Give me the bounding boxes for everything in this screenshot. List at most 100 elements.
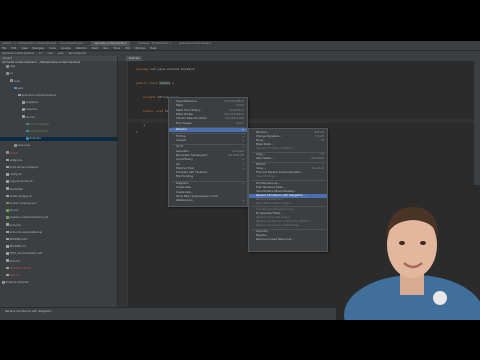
menu-item[interactable]: File Encoding: [169, 175, 247, 179]
tree-item-label: service: [25, 115, 35, 119]
menu-file[interactable]: File: [2, 47, 6, 50]
breadcrumb-item[interactable]: main: [48, 52, 54, 55]
menu-help[interactable]: Help: [150, 47, 156, 50]
tree-item[interactable]: Example: [0, 137, 118, 141]
menu-item[interactable]: Refactor ▸: [169, 128, 247, 132]
menu-item-label: Refactor: [176, 128, 187, 131]
tree-item[interactable]: resources: [0, 144, 118, 148]
folder-icon: [2, 281, 5, 284]
tree-item[interactable]: delete-images.sh: [0, 194, 118, 199]
menu-tools[interactable]: Tools: [113, 47, 119, 50]
menu-build[interactable]: Build: [92, 47, 99, 50]
tree-item[interactable]: main: [0, 79, 118, 83]
file-icon: [6, 230, 9, 234]
tree-item[interactable]: config.sh: [0, 173, 118, 177]
menu-item[interactable]: WebServices ▸: [169, 199, 247, 203]
menu-window[interactable]: Window: [135, 47, 145, 50]
window-tab[interactable]: Interfaces - [C:/Users/Git/...]: [138, 42, 172, 45]
breadcrumb-item[interactable]: java: [58, 52, 63, 55]
tree-item[interactable]: Dockerfile: [0, 187, 118, 191]
submenu-arrow-icon: ▸: [242, 128, 244, 131]
breadcrumb-item[interactable]: src: [39, 52, 43, 55]
tree-item[interactable]: apimedia.content.backend: [0, 93, 118, 98]
tree-item[interactable]: .gitignore: [0, 158, 118, 163]
project-panel: Project apimedia-content-backend ~/Git/a…: [0, 56, 118, 307]
tree-item[interactable]: pom.xml.versionsBackup: [0, 230, 118, 235]
cls-icon: [26, 129, 29, 133]
tree-item-label: docker-compose.yml: [9, 202, 37, 206]
menu-item: Replace Constructor with Builder...: [249, 224, 327, 228]
tree-item[interactable]: pom.xml: [0, 223, 118, 227]
cls-icon: [26, 122, 29, 126]
tree-item[interactable]: ServiceModule: [0, 129, 118, 134]
file-icon: [6, 194, 9, 198]
code-token: private: [136, 95, 158, 99]
tree-item[interactable]: service: [0, 115, 118, 119]
code-line[interactable]: }: [136, 130, 138, 134]
code-token: {: [170, 81, 174, 85]
tree-item[interactable]: pipeline-content-backend.yml: [0, 216, 118, 220]
tree-item[interactable]: jib.yml: [0, 209, 118, 213]
tree-item[interactable]: TEST_documentation.pdf: [0, 252, 118, 256]
tree-item-label: todo.txt: [9, 259, 20, 263]
tree-item[interactable]: ServiceInjector: [0, 122, 118, 127]
menu-navigate[interactable]: Navigate: [33, 47, 45, 50]
menu-item[interactable]: Find Usages Alt+F7: [169, 122, 247, 126]
menu-refactor[interactable]: Refactor: [76, 47, 87, 50]
menu-view[interactable]: View: [21, 47, 27, 50]
tree-item-label: ServiceInjector: [29, 122, 50, 126]
menu-item-label: Safe Delete...: [256, 157, 274, 161]
menu-item: Wrap Method Return Value...: [249, 202, 327, 206]
tree-item[interactable]: README.md: [0, 245, 118, 249]
tree-item[interactable]: Test.xml: [0, 273, 118, 278]
menu-analyze[interactable]: Analyze: [61, 47, 71, 50]
file-icon: [6, 187, 9, 190]
tree-item[interactable]: build-docker-image.sh: [0, 165, 118, 170]
yml-icon: [6, 216, 9, 219]
menu-run[interactable]: Run: [103, 47, 108, 50]
breadcrumb-item[interactable]: apimedia-content-backend: [2, 52, 34, 55]
menu-item: Convert To Instance Method...: [249, 147, 327, 151]
code-line[interactable]: package net.java.content.backend;: [136, 67, 196, 71]
tree-item-label: TEST_documentation.pdf: [9, 252, 43, 256]
menu-item[interactable]: Safe Delete... Alt+Delete: [249, 157, 327, 161]
window-tab[interactable]: apimedia-content-backend: [179, 42, 211, 45]
tree-item[interactable]: target: [0, 151, 118, 155]
tree-item-label: main: [13, 79, 21, 83]
code-token: public class: [136, 81, 160, 85]
tree-item[interactable]: src: [0, 72, 118, 76]
tree-item[interactable]: docker-compose.yml: [0, 201, 118, 206]
tree-item-label: pom.xml.versionsBackup: [9, 230, 43, 234]
yml-icon: [6, 209, 9, 212]
code-line[interactable]: public class Sample {: [136, 81, 174, 85]
tree-item[interactable]: exception: [0, 101, 118, 105]
pkg-icon: [22, 108, 25, 111]
menu-code[interactable]: Code: [49, 47, 56, 50]
tree-item[interactable]: java: [0, 86, 118, 91]
tree-item[interactable]: todo.txt: [0, 259, 118, 263]
code-line[interactable]: }: [136, 123, 145, 127]
tree-item[interactable]: copy-to-docker.sh: [0, 180, 118, 184]
menu-vcs[interactable]: VCS: [125, 47, 130, 50]
breadcrumb-item[interactable]: ServiceInjector: [68, 52, 86, 55]
tree-item-label: Test.xml: [9, 274, 21, 278]
menu-item-label: Remove Unused Resources...: [256, 238, 294, 241]
menu-item[interactable]: Remove Unused Resources...: [249, 238, 327, 242]
menu-edit[interactable]: Edit: [11, 47, 16, 50]
window-tab[interactable]: untitled — [~/Git/apimedia-content-backe…: [2, 42, 83, 45]
tree-item[interactable]: resource: [0, 108, 118, 112]
breadcrumb-separator-icon: ›: [55, 52, 57, 55]
cls-icon: [26, 137, 29, 140]
file-icon: [6, 245, 9, 248]
tree-item-label: Dockerfile: [9, 187, 23, 191]
tree-item[interactable]: External Libraries: [0, 281, 118, 285]
tree-item[interactable]: README.adoc: [0, 237, 118, 242]
tree-item[interactable]: idea: [0, 65, 118, 69]
file-icon: [6, 252, 9, 255]
tree-item[interactable]: Test-Service.xml: [0, 266, 118, 271]
folder-icon: [14, 144, 17, 147]
menu-item[interactable]: Analyze ▸: [169, 139, 247, 143]
menu-item-label: Analyze: [176, 138, 187, 142]
src-icon: [14, 86, 17, 90]
webcam-presenter-overlay: [336, 185, 480, 320]
